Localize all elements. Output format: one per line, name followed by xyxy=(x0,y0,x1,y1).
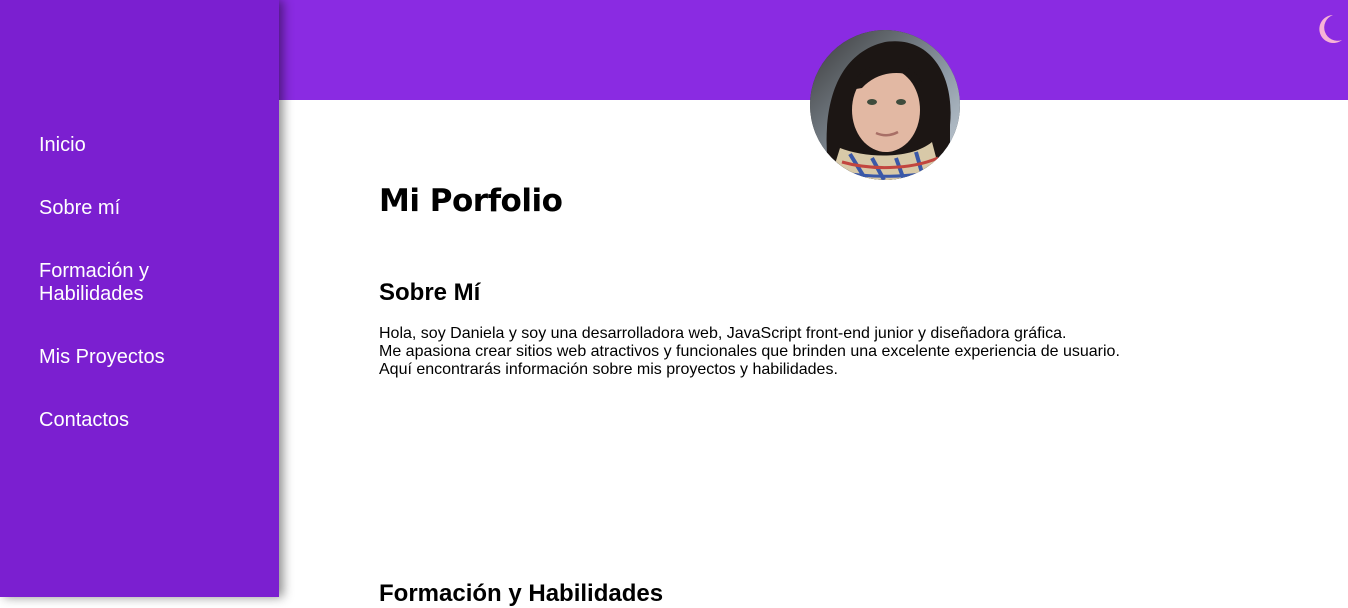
training-heading: Formación y Habilidades xyxy=(379,580,664,607)
sidebar-item-proyectos[interactable]: Mis Proyectos xyxy=(39,346,259,369)
sidebar: Inicio Sobre mí Formación y Habilidades … xyxy=(0,0,279,597)
about-line: Hola, soy Daniela y soy una desarrollado… xyxy=(379,325,1067,342)
sidebar-item-inicio[interactable]: Inicio xyxy=(39,134,259,157)
sidebar-item-formacion[interactable]: Formación y Habilidades xyxy=(39,260,259,306)
main-content: Mi Porfolio Sobre Mí Hola, soy Daniela y… xyxy=(379,0,1279,607)
about-text: Hola, soy Daniela y soy una desarrollado… xyxy=(379,325,1279,379)
sidebar-item-sobre-mi[interactable]: Sobre mí xyxy=(39,197,259,220)
about-line: Me apasiona crear sitios web atractivos … xyxy=(379,343,1120,360)
about-heading: Sobre Mí xyxy=(379,279,481,306)
sidebar-nav: Inicio Sobre mí Formación y Habilidades … xyxy=(39,134,259,472)
sidebar-item-contactos[interactable]: Contactos xyxy=(39,409,259,432)
moon-icon xyxy=(1319,15,1342,43)
page-title: Mi Porfolio xyxy=(379,183,563,219)
about-line: Aquí encontrarás información sobre mis p… xyxy=(379,361,838,378)
theme-toggle-button[interactable] xyxy=(1311,12,1345,46)
